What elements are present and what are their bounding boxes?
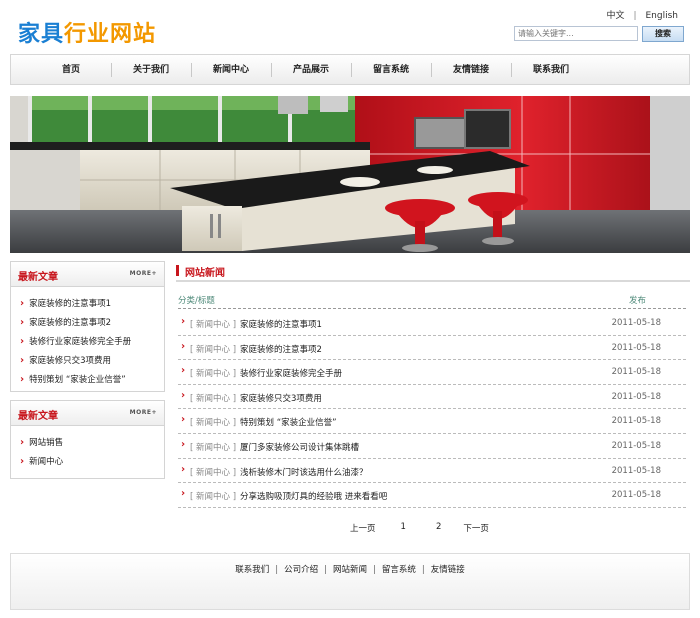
nav-item-home[interactable]: 首页 xyxy=(31,55,111,84)
page-2-link[interactable]: 2 xyxy=(436,522,441,534)
footer-separator: | xyxy=(421,565,425,575)
search-button[interactable]: 搜索 xyxy=(642,26,684,42)
nav-item-products[interactable]: 产品展示 xyxy=(271,55,351,84)
news-title-link[interactable]: 特别策划 “家装企业信誉” xyxy=(240,416,337,428)
nav-item-about[interactable]: 关于我们 xyxy=(111,55,191,84)
more-link[interactable]: MORE+ xyxy=(130,409,157,416)
footer-separator: | xyxy=(275,565,279,575)
bullet-arrow-icon: › xyxy=(181,316,186,327)
news-row[interactable]: › [ 新闻中心 ] 特别策划 “家装企业信誉” 2011-05-18 xyxy=(178,409,686,434)
sidebar-list-item[interactable]: 新闻中心 xyxy=(20,452,164,471)
prev-page-link[interactable]: 上一页 xyxy=(350,522,376,534)
news-category[interactable]: [ 新闻中心 ] xyxy=(190,343,236,355)
site-logo[interactable]: 家具行业网站 xyxy=(18,16,156,48)
footer-link-contact[interactable]: 联系我们 xyxy=(235,565,269,575)
news-title-link[interactable]: 浅析装修木门时该选用什么油漆？ xyxy=(240,466,368,478)
news-section-header: 网站新闻 xyxy=(176,262,690,282)
nav-item-contact[interactable]: 联系我们 xyxy=(511,55,591,84)
news-title-link[interactable]: 厦门多家装修公司设计集体跳槽 xyxy=(240,441,359,453)
bullet-arrow-icon: › xyxy=(181,340,186,352)
language-switcher: 中文 | English xyxy=(606,8,678,21)
footer-link-news[interactable]: 网站新闻 xyxy=(333,565,367,575)
sidebar-header: 最新文章 MORE+ xyxy=(11,401,164,426)
news-title-link[interactable]: 分享选购吸顶灯具的经验哦 进来看看吧 xyxy=(240,490,387,502)
lang-chinese-link[interactable]: 中文 xyxy=(606,8,624,21)
news-row[interactable]: › [ 新闻中心 ] 浅析装修木门时该选用什么油漆？ 2011-05-18 xyxy=(178,459,686,484)
nav-item-guestbook[interactable]: 留言系统 xyxy=(351,55,431,84)
pagination: 上一页 1 2 下一页 xyxy=(350,522,489,534)
news-row[interactable]: › [ 新闻中心 ] 装修行业家庭装修完全手册 2011-05-18 xyxy=(178,360,686,385)
sidebar-list-item[interactable]: 家庭装修的注意事项2 xyxy=(20,313,164,332)
sidebar-title: 最新文章 xyxy=(18,272,58,283)
bullet-arrow-icon: › xyxy=(181,414,186,426)
news-list: › [ 新闻中心 ] 家庭装修的注意事项1 2011-05-18 › [ 新闻中心 ] 家… xyxy=(178,311,686,508)
bullet-arrow-icon: › xyxy=(181,488,186,500)
news-category[interactable]: [ 新闻中心 ] xyxy=(190,466,236,478)
nav-item-links[interactable]: 友情链接 xyxy=(431,55,511,84)
news-date: 2011-05-18 xyxy=(611,490,661,501)
nav-item-news[interactable]: 新闻中心 xyxy=(191,55,271,84)
column-date: 发布 xyxy=(628,296,646,306)
bullet-arrow-icon: › xyxy=(181,463,186,475)
footer-separator: | xyxy=(373,565,376,575)
column-category-title: 分类/标题 xyxy=(178,296,215,306)
news-category[interactable]: [ 新闻中心 ] xyxy=(190,392,236,404)
sidebar-title: 最新文章 xyxy=(18,411,58,422)
footer-link-about[interactable]: 公司介绍 xyxy=(284,565,318,575)
footer-separator: | xyxy=(324,565,327,575)
footer-link-friends[interactable]: 友情链接 xyxy=(431,565,465,575)
news-row[interactable]: › [ 新闻中心 ] 分享选购吸顶灯具的经验哦 进来看看吧 2011-05-18 xyxy=(178,483,686,508)
sidebar-list-item[interactable]: 特别策划 “家装企业信誉” xyxy=(20,370,164,389)
next-page-link[interactable]: 下一页 xyxy=(463,522,489,534)
lang-english-link[interactable]: English xyxy=(646,11,679,21)
news-date: 2011-05-18 xyxy=(611,440,661,451)
sidebar-latest-articles: 最新文章 MORE+ 家庭装修的注意事项1 家庭装修的注意事项2 装修行业家庭装… xyxy=(10,261,165,392)
news-date: 2011-05-18 xyxy=(611,416,661,427)
kitchen-banner-image xyxy=(10,96,690,253)
news-category[interactable]: [ 新闻中心 ] xyxy=(190,490,236,502)
news-date: 2011-05-18 xyxy=(611,342,661,353)
news-category[interactable]: [ 新闻中心 ] xyxy=(190,416,236,428)
main-nav: 首页 关于我们 新闻中心 产品展示 留言系统 友情链接 联系我们 xyxy=(10,54,690,85)
news-category[interactable]: [ 新闻中心 ] xyxy=(190,367,236,379)
news-section-title: 网站新闻 xyxy=(185,268,225,279)
section-marker xyxy=(176,265,179,276)
sidebar-list-item[interactable]: 网站销售 xyxy=(20,433,164,452)
sidebar-list-item[interactable]: 装修行业家庭装修完全手册 xyxy=(20,332,164,351)
footer: 联系我们 | 公司介绍 | 网站新闻 | 留言系统 | 友情链接 xyxy=(10,553,690,610)
news-row[interactable]: › [ 新闻中心 ] 家庭装修的注意事项1 2011-05-18 xyxy=(178,311,686,336)
bullet-arrow-icon: › xyxy=(181,438,186,450)
sidebar-list-item[interactable]: 家庭装修的注意事项1 xyxy=(20,294,164,313)
news-date: 2011-05-18 xyxy=(611,391,661,402)
sidebar-list-item[interactable]: 家庭装修只交3项费用 xyxy=(20,351,164,370)
news-title-link[interactable]: 家庭装修的注意事项1 xyxy=(240,318,322,330)
bullet-arrow-icon: › xyxy=(181,389,186,401)
news-date: 2011-05-18 xyxy=(611,367,661,378)
footer-link-guestbook[interactable]: 留言系统 xyxy=(382,565,416,575)
news-date: 2011-05-18 xyxy=(611,318,661,328)
news-row[interactable]: › [ 新闻中心 ] 家庭装修只交3项费用 2011-05-18 xyxy=(178,385,686,410)
lang-separator: | xyxy=(633,11,637,21)
logo-text-part1: 家具 xyxy=(18,22,65,47)
news-title-link[interactable]: 装修行业家庭装修完全手册 xyxy=(240,367,342,379)
sidebar-categories: 最新文章 MORE+ 网站销售 新闻中心 xyxy=(10,400,165,479)
news-column-headers: 分类/标题 发布 xyxy=(178,293,686,309)
bullet-arrow-icon: › xyxy=(181,365,186,377)
news-title-link[interactable]: 家庭装修只交3项费用 xyxy=(240,392,322,404)
sidebar-header: 最新文章 MORE+ xyxy=(11,262,164,287)
news-date: 2011-05-18 xyxy=(611,465,661,476)
news-row[interactable]: › [ 新闻中心 ] 家庭装修的注意事项2 2011-05-18 xyxy=(178,336,686,361)
news-title-link[interactable]: 家庭装修的注意事项2 xyxy=(240,343,322,355)
logo-text-part2: 行业网站 xyxy=(64,22,157,47)
news-row[interactable]: › [ 新闻中心 ] 厦门多家装修公司设计集体跳槽 2011-05-18 xyxy=(178,434,686,459)
news-category[interactable]: [ 新闻中心 ] xyxy=(190,318,236,330)
more-link[interactable]: MORE+ xyxy=(130,270,157,277)
search-input[interactable] xyxy=(514,26,638,41)
page-1-link[interactable]: 1 xyxy=(401,522,406,534)
footer-links: 联系我们 | 公司介绍 | 网站新闻 | 留言系统 | 友情链接 xyxy=(11,563,689,575)
news-category[interactable]: [ 新闻中心 ] xyxy=(190,441,236,453)
